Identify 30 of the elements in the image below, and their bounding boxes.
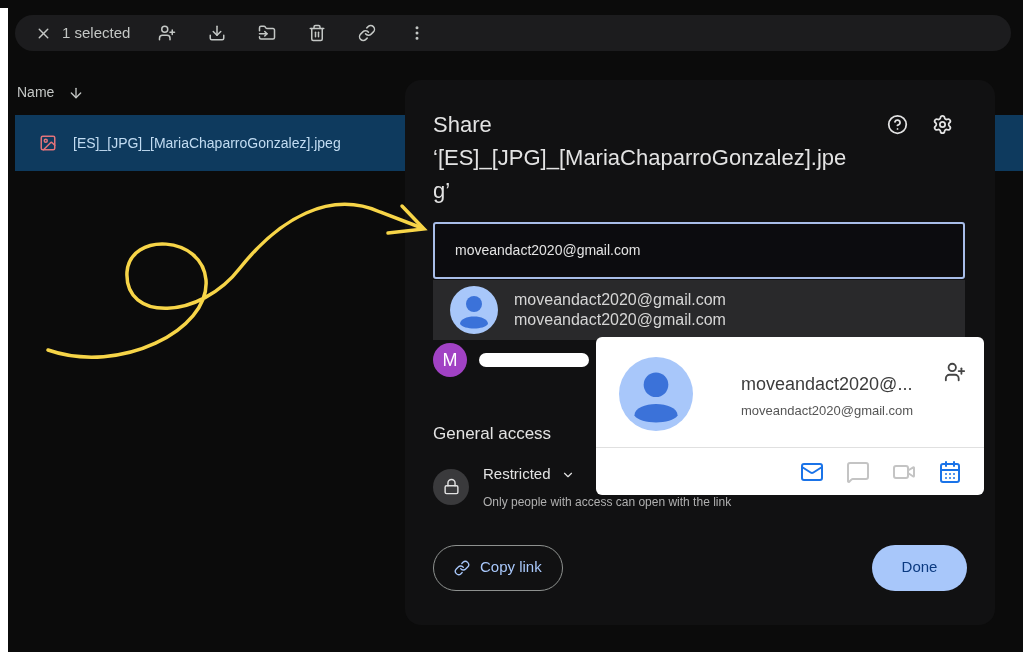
access-dropdown[interactable]: Restricted [483, 462, 575, 487]
column-header[interactable]: Name [17, 82, 55, 103]
lock-icon [442, 478, 460, 495]
add-person-icon[interactable] [944, 361, 966, 383]
trash-icon[interactable] [308, 24, 327, 42]
help-icon[interactable] [887, 114, 908, 135]
general-access-heading: General access [433, 423, 552, 445]
calendar-icon[interactable] [938, 459, 962, 484]
move-icon[interactable] [258, 24, 277, 42]
person-avatar-icon [619, 357, 693, 431]
suggestion-item[interactable]: moveandact2020@gmail.com moveandact2020@gmail.com [433, 280, 965, 340]
access-description: Only people with access can open with the link [483, 493, 732, 511]
image-file-icon [39, 134, 57, 152]
contact-email: moveandact2020@gmail.com [741, 402, 914, 420]
person-avatar-icon [450, 286, 498, 334]
settings-icon[interactable] [932, 114, 953, 135]
dialog-file-name: ‘[ES]_[JPG]_[MariaChaparroGonzalez].jpeg’ [433, 144, 848, 205]
done-button[interactable]: Done [872, 544, 967, 591]
link-icon [454, 559, 470, 576]
file-name: [ES]_[JPG]_[MariaChaparroGonzalez].jpeg [73, 133, 341, 153]
person-avatar: M [433, 343, 467, 377]
selection-count: 1 selected [62, 22, 131, 43]
download-icon[interactable] [208, 24, 227, 42]
suggestion-name: moveandact2020@gmail.com [514, 290, 726, 310]
share-icon[interactable] [158, 24, 177, 42]
link-icon[interactable] [358, 24, 377, 42]
add-people-field[interactable]: moveandact2020@gmail.com [433, 222, 965, 279]
dialog-title: Share [433, 111, 493, 139]
contact-name: moveandact2020@... [741, 373, 914, 396]
suggestion-email: moveandact2020@gmail.com [514, 310, 726, 330]
